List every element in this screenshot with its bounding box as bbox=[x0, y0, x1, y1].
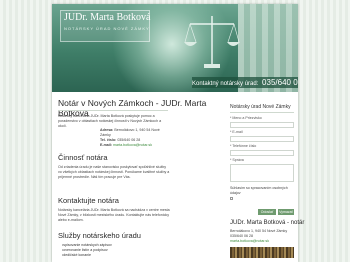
header-phone[interactable]: 035/640 06 28 bbox=[262, 78, 298, 87]
logo-subtitle: NOTÁRSKY ÚRAD NOVÉ ZÁMKY bbox=[64, 26, 150, 31]
office-email-link[interactable]: marta.botkova@notar.sk bbox=[230, 239, 294, 244]
list-item: dedičské konanie bbox=[62, 253, 112, 258]
contact-label: Kontaktný notársky úrad: bbox=[192, 81, 259, 87]
phone-value: 035/640 06 28 bbox=[117, 138, 141, 142]
sidebar-divider bbox=[230, 112, 294, 113]
name-label: * Meno a Priezvisko bbox=[230, 116, 262, 120]
consent-text: Súhlasím so spracovaním osobných údajov bbox=[230, 186, 288, 195]
activity-text: Od zriadenia úradu je naše stanovisko po… bbox=[58, 165, 170, 179]
address-block: Adresa: Bernolákovo 1, 940 54 Nové Zámky… bbox=[100, 128, 170, 148]
logo-title[interactable]: JUDr. Marta Botková bbox=[64, 12, 150, 23]
name-input[interactable] bbox=[230, 122, 294, 128]
header-banner: JUDr. Marta Botková NOTÁRSKY ÚRAD NOVÉ Z… bbox=[52, 4, 298, 92]
address-label: Adresa: bbox=[100, 128, 114, 132]
contact-heading: Kontaktujte notára bbox=[58, 196, 119, 205]
message-label: * Správa bbox=[230, 158, 244, 162]
message-textarea[interactable] bbox=[230, 164, 294, 182]
intro-text: Notársky kancelária JUDr. Marta Botková … bbox=[58, 114, 162, 128]
consent-checkbox[interactable] bbox=[230, 197, 233, 200]
submit-button[interactable]: Odoslať bbox=[258, 209, 276, 215]
office-heading: JUDr. Marta Botková - notár bbox=[230, 220, 305, 226]
email-label: E-mail: bbox=[100, 143, 112, 147]
services-list: spisovanie notárskych zápisov overovanie… bbox=[62, 243, 112, 258]
reset-button[interactable]: Vymazať bbox=[278, 209, 294, 215]
phone-input[interactable] bbox=[230, 150, 294, 156]
title-divider bbox=[58, 110, 168, 111]
email-field-label: * E-mail bbox=[230, 130, 243, 134]
email-input[interactable] bbox=[230, 136, 294, 142]
email-link[interactable]: marta.botkova@notar.sk bbox=[113, 143, 152, 147]
activity-heading: Činnosť notára bbox=[58, 153, 108, 162]
bookshelf-image bbox=[230, 247, 294, 258]
scales-of-justice-icon bbox=[184, 16, 240, 68]
office-info: Bernolákovo 1, 940 54 Nové Zámky 035/640… bbox=[230, 229, 294, 244]
contact-text: Notársky kancelária JUDr. Marta Botková … bbox=[58, 208, 170, 222]
services-heading: Služby notárskeho úradu bbox=[58, 231, 141, 240]
sidebar-title: Notársky úrad Nové Zámky bbox=[230, 104, 291, 110]
phone-field-label: * Telefónne číslo bbox=[230, 144, 257, 148]
contact-bar: Kontaktný notársky úrad: 035/640 06 28 bbox=[192, 77, 298, 88]
phone-label: Tel. číslo: bbox=[100, 138, 117, 142]
